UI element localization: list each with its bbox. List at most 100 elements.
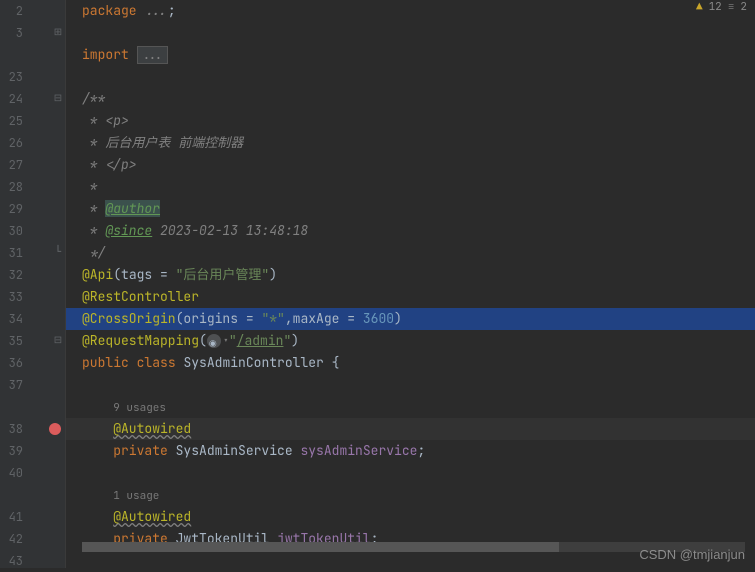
code-line-current[interactable]: @CrossOrigin(origins = "*",maxAge = 3600… <box>66 308 755 330</box>
code-area[interactable]: ▲12 ≡2 package ...; import ... /** * <p>… <box>66 0 755 568</box>
paren: ) <box>394 310 402 327</box>
gutter-line[interactable]: 35⊟ <box>0 330 65 352</box>
gutter-line[interactable]: 31└ <box>0 242 65 264</box>
paren: ( <box>113 266 121 283</box>
fold-icon[interactable]: ⊞ <box>53 27 63 37</box>
gutter-line[interactable]: 28 <box>0 176 65 198</box>
brace: { <box>324 354 340 371</box>
javadoc-star: * <box>82 112 105 129</box>
paren: ( <box>199 332 207 349</box>
keyword-public: public <box>82 354 129 371</box>
gutter-line[interactable]: 3⊞ <box>0 22 65 44</box>
paren: ) <box>269 266 277 283</box>
code-line[interactable] <box>66 462 755 484</box>
gutter-line[interactable] <box>0 484 65 506</box>
code-line[interactable]: @RequestMapping(▾"/admin") <box>66 330 755 352</box>
folded-imports[interactable]: ... <box>137 46 169 64</box>
comma: , <box>285 310 293 327</box>
code-line[interactable]: * @since 2023-02-13 13:48:18 <box>66 220 755 242</box>
code-line[interactable]: import ... <box>66 44 755 66</box>
gutter-line[interactable]: 23 <box>0 66 65 88</box>
gutter-line[interactable]: 25 <box>0 110 65 132</box>
class-name: SysAdminController <box>183 354 323 371</box>
gutter-line[interactable]: 33 <box>0 286 65 308</box>
gutter-line[interactable]: 39 <box>0 440 65 462</box>
annotation-autowired: @Autowired <box>113 508 191 525</box>
line-number: 27 <box>9 154 23 176</box>
gutter-line[interactable] <box>0 396 65 418</box>
code-line[interactable]: public class SysAdminController { <box>66 352 755 374</box>
url-hint-icon[interactable] <box>207 334 221 348</box>
code-line[interactable]: @Autowired <box>66 418 755 440</box>
line-number: 38 <box>9 418 23 440</box>
gutter-line[interactable] <box>0 44 65 66</box>
fold-icon[interactable]: ⊟ <box>53 335 63 345</box>
gutter-line[interactable]: 24⊟ <box>0 88 65 110</box>
gutter-line[interactable]: 27 <box>0 154 65 176</box>
code-line[interactable]: @Autowired <box>66 506 755 528</box>
code-line[interactable]: package ...; <box>66 0 755 22</box>
watermark: CSDN @tmjianjun <box>639 547 745 562</box>
line-number: 28 <box>9 176 23 198</box>
gutter-line[interactable]: 32 <box>0 264 65 286</box>
attr-tags: tags <box>121 266 152 283</box>
folded-text: ... <box>144 2 167 19</box>
line-number: 32 <box>9 264 23 286</box>
code-line[interactable] <box>66 22 755 44</box>
code-line[interactable]: @RestController <box>66 286 755 308</box>
attr-origins: origins <box>183 310 238 327</box>
code-line[interactable]: * </p> <box>66 154 755 176</box>
code-line[interactable]: */ <box>66 242 755 264</box>
equals: = <box>238 310 261 327</box>
line-number: 41 <box>9 506 23 528</box>
gutter-line[interactable]: 43 <box>0 550 65 572</box>
fold-icon[interactable]: └ <box>53 247 63 257</box>
gutter-line[interactable]: 41 <box>0 506 65 528</box>
gutter-line[interactable]: 30 <box>0 220 65 242</box>
code-line[interactable]: * <p> <box>66 110 755 132</box>
usages-hint[interactable]: 9 usages <box>113 401 166 415</box>
gutter-line[interactable]: 2 <box>0 0 65 22</box>
code-line[interactable]: private SysAdminService sysAdminService; <box>66 440 755 462</box>
string-literal: "*" <box>261 310 284 327</box>
url-path[interactable]: /admin <box>237 332 284 349</box>
html-tag-p-close: </p> <box>105 156 136 173</box>
code-line[interactable]: 1 usage <box>66 484 755 506</box>
code-line[interactable] <box>66 66 755 88</box>
line-number: 42 <box>9 528 23 550</box>
code-line[interactable]: @Api(tags = "后台用户管理") <box>66 264 755 286</box>
line-number: 2 <box>16 0 23 22</box>
fold-icon[interactable]: ⊟ <box>53 93 63 103</box>
annotation-restcontroller: @RestController <box>82 288 199 305</box>
equals: = <box>339 310 362 327</box>
gutter-line[interactable]: 40 <box>0 462 65 484</box>
gutter-line[interactable]: 38 <box>0 418 65 440</box>
code-line[interactable] <box>66 374 755 396</box>
code-line[interactable]: * <box>66 176 755 198</box>
doc-tag-author: @author <box>105 200 160 217</box>
scrollbar-thumb[interactable] <box>82 542 559 552</box>
usages-hint[interactable]: 1 usage <box>113 489 159 503</box>
code-line[interactable]: /** <box>66 88 755 110</box>
code-line[interactable]: * 后台用户表 前端控制器 <box>66 132 755 154</box>
breakpoint-icon[interactable] <box>49 423 61 435</box>
gutter-line[interactable]: 29 <box>0 198 65 220</box>
code-editor: 23⊞ 2324⊟25262728293031└32333435⊟3637 3839… <box>0 0 755 568</box>
javadoc-star: * <box>82 222 105 239</box>
html-tag-p: <p> <box>105 112 128 129</box>
gutter-line[interactable]: 26 <box>0 132 65 154</box>
keyword-import: import <box>82 46 129 63</box>
gutter-line[interactable]: 34 <box>0 308 65 330</box>
gutter-line[interactable]: 37 <box>0 374 65 396</box>
keyword-class: class <box>137 354 176 371</box>
code-line[interactable]: 9 usages <box>66 396 755 418</box>
field-name: sysAdminService <box>300 442 417 459</box>
javadoc-start: /** <box>82 90 105 107</box>
code-line[interactable]: * @author <box>66 198 755 220</box>
line-number: 26 <box>9 132 23 154</box>
line-number: 43 <box>9 550 23 572</box>
string-literal: "后台用户管理" <box>176 266 270 283</box>
number-literal: 3600 <box>363 310 394 327</box>
gutter-line[interactable]: 36 <box>0 352 65 374</box>
gutter-line[interactable]: 42 <box>0 528 65 550</box>
